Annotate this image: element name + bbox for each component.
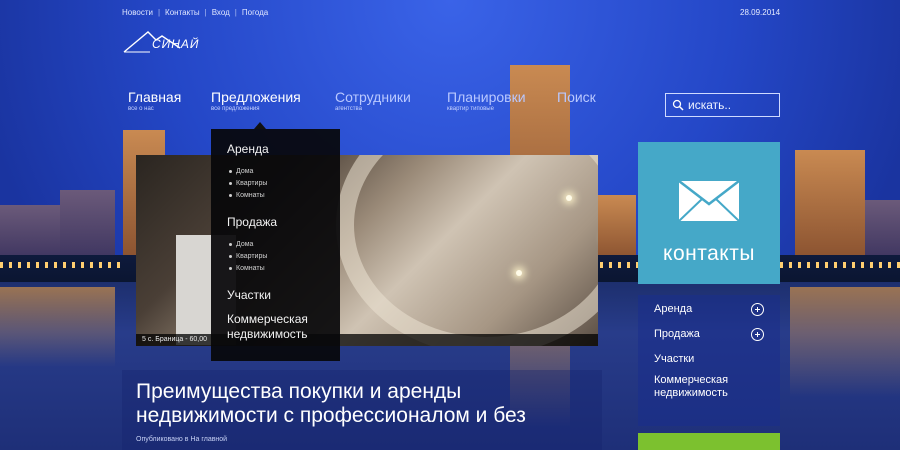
nav-sublabel: все предложения [211,106,260,112]
expand-plus-icon[interactable] [751,303,764,316]
dropdown-arrow [254,122,266,129]
dropdown-rent-heading[interactable]: Аренда [227,142,340,156]
nav-item-search[interactable]: Поиск [557,89,596,105]
nav-sublabel: квартир типовые [447,106,494,112]
background-building [865,200,900,260]
nav-item-staff[interactable]: Сотрудники агентства [335,89,411,112]
contacts-tile[interactable]: контакты [638,142,780,284]
dropdown-item[interactable]: Комнаты [229,192,340,199]
interior-arch [336,155,598,346]
dropdown-item-label: Квартиры [236,180,268,187]
background-building [795,150,865,260]
separator: | [204,8,207,17]
green-tile[interactable] [638,433,780,450]
search-input[interactable] [688,98,778,112]
side-item-label: Участки [654,353,695,365]
top-link-weather[interactable]: Погода [242,8,268,17]
contacts-tile-label: контакты [663,242,755,265]
logo-text[interactable]: СИНАЙ [152,37,200,51]
side-item-sale[interactable]: Продажа [654,328,780,341]
dropdown-item[interactable]: Дома [229,168,340,175]
bullet-icon [229,194,232,197]
slider-photo[interactable] [136,155,598,346]
nav-item-layouts[interactable]: Планировки квартир типовые [447,89,526,112]
dropdown-item-label: Дома [236,241,254,248]
dropdown-item[interactable]: Квартиры [229,253,340,260]
top-link-contacts[interactable]: Контакты [165,8,200,17]
dropdown-item[interactable]: Комнаты [229,265,340,272]
bullet-icon [229,267,232,270]
article-title[interactable]: Преимущества покупки и аренды недвижимос… [136,380,596,428]
side-item-label: Аренда [654,303,693,315]
top-link-news[interactable]: Новости [122,8,153,17]
separator: | [157,8,161,17]
separator: | [234,8,237,17]
nav-label: Поиск [557,89,596,105]
side-item-commercial[interactable]: Коммерческая недвижимость [654,374,780,400]
current-date: 28.09.2014 [740,8,781,17]
dropdown-item[interactable]: Дома [229,241,340,248]
side-item-label: Коммерческая недвижимость [654,374,729,399]
dropdown-item-label: Комнаты [236,192,265,199]
search-box[interactable] [665,93,780,117]
bullet-icon [229,243,232,246]
dropdown-plots-heading[interactable]: Участки [227,288,340,302]
bullet-icon [229,170,232,173]
slider-caption[interactable]: 5 с. Браница - 60,00 [136,334,598,346]
background-building [60,190,115,260]
dropdown-sale-list: Дома Квартиры Комнаты [229,241,340,272]
side-item-rent[interactable]: Аренда [654,303,780,316]
nav-label: Главная [128,89,182,105]
dropdown-commercial-heading[interactable]: Коммерческая недвижимость [227,312,332,342]
dropdown-rent-list: Дома Квартиры Комнаты [229,168,340,199]
top-links: Новости | Контакты | Вход | Погода [122,8,268,17]
light-reflection [0,287,115,367]
dropdown-item-label: Комнаты [236,265,265,272]
side-menu: Аренда Продажа Участки Коммерческая недв… [638,295,780,426]
offers-dropdown: Аренда Дома Квартиры Комнаты Продажа Дом… [211,129,340,361]
envelope-icon [678,180,740,222]
top-link-login[interactable]: Вход [212,8,230,17]
dropdown-sale-heading[interactable]: Продажа [227,215,340,229]
dropdown-item[interactable]: Квартиры [229,180,340,187]
dropdown-item-label: Дома [236,168,254,175]
bullet-icon [229,182,232,185]
nav-label: Сотрудники [335,89,411,105]
city-lights [0,262,120,268]
background-building [598,195,636,260]
nav-label: Планировки [447,89,526,105]
light-reflection [790,287,900,397]
article-meta: Опубликовано в На главной [136,436,228,443]
nav-item-home[interactable]: Главная все о нас [128,89,181,112]
background-building [0,205,60,260]
expand-plus-icon[interactable] [751,328,764,341]
bullet-icon [229,255,232,258]
nav-item-offers[interactable]: Предложения все предложения [211,89,301,112]
nav-sublabel: все о нас [128,106,154,112]
ceiling-lamp [566,195,572,201]
nav-label: Предложения [211,89,301,105]
ceiling-lamp [516,270,522,276]
search-icon [672,99,684,111]
side-item-label: Продажа [654,328,700,340]
side-item-plots[interactable]: Участки [654,353,780,365]
nav-sublabel: агентства [335,106,362,112]
dropdown-item-label: Квартиры [236,253,268,260]
